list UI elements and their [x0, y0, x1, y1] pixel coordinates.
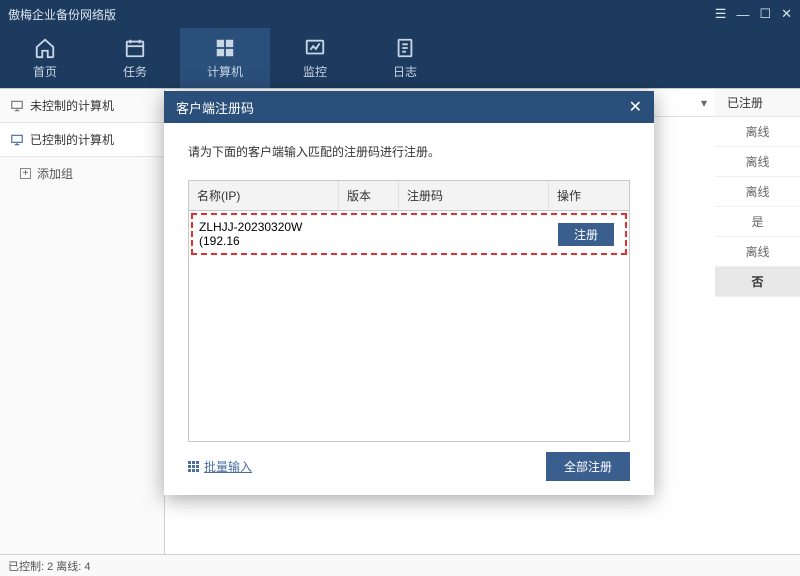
calendar-icon [124, 37, 146, 59]
nav-tasks[interactable]: 任务 [90, 28, 180, 88]
main-toolbar: 首页 任务 计算机 监控 日志 [0, 28, 800, 88]
grid-icon [188, 461, 200, 473]
cell: 离线 [745, 123, 769, 140]
window-controls: ☰ — ☐ ✕ [715, 6, 792, 22]
dropdown-icon[interactable]: ▾ [701, 96, 707, 110]
list-item[interactable]: 离线 [715, 237, 800, 267]
nav-computers[interactable]: 计算机 [180, 28, 270, 88]
sidebar-controlled[interactable]: 已控制的计算机 [0, 123, 164, 157]
windows-icon [214, 37, 236, 59]
close-icon[interactable]: ✕ [629, 97, 642, 117]
status-text: 已控制: 2 离线: 4 [8, 558, 91, 574]
list-item[interactable]: 离线 [715, 147, 800, 177]
right-header: 已注册 [715, 89, 800, 117]
cell: 离线 [745, 183, 769, 200]
nav-monitor[interactable]: 监控 [270, 28, 360, 88]
list-item[interactable]: 否 [715, 267, 800, 297]
col-action: 操作 [549, 181, 629, 210]
modal-title: 客户端注册码 [176, 98, 254, 117]
batch-input-link[interactable]: 批量输入 [188, 458, 252, 475]
pc-icon [10, 133, 24, 147]
cell-action: 注册 [547, 215, 625, 253]
sidebar-add-group[interactable]: + 添加组 [0, 157, 164, 190]
list-item[interactable]: 离线 [715, 117, 800, 147]
modal-footer: 批量输入 全部注册 [188, 442, 630, 481]
titlebar: 傲梅企业备份网络版 ☰ — ☐ ✕ [0, 0, 800, 28]
plus-icon: + [20, 168, 31, 179]
sidebar-uncontrolled-label: 未控制的计算机 [30, 97, 114, 114]
cell-name: ZLHJJ-20230320W (192.16 [193, 215, 341, 253]
cell: 离线 [745, 243, 769, 260]
nav-computers-label: 计算机 [207, 63, 243, 80]
nav-home-label: 首页 [33, 63, 57, 80]
col-name: 名称(IP) [189, 181, 339, 210]
table-body: ZLHJJ-20230320W (192.16 注册 [189, 211, 629, 441]
list-item[interactable]: 是 [715, 207, 800, 237]
maximize-icon[interactable]: ☐ [759, 6, 771, 22]
modal-table: 名称(IP) 版本 注册码 操作 ZLHJJ-20230320W (192.16… [188, 180, 630, 442]
sidebar-controlled-label: 已控制的计算机 [30, 131, 114, 148]
nav-logs-label: 日志 [393, 63, 417, 80]
app-title: 傲梅企业备份网络版 [8, 6, 116, 23]
nav-home[interactable]: 首页 [0, 28, 90, 88]
close-icon[interactable]: ✕ [781, 6, 792, 22]
minimize-icon[interactable]: — [736, 7, 749, 22]
modal-body: 请为下面的客户端输入匹配的注册码进行注册。 名称(IP) 版本 注册码 操作 Z… [164, 123, 654, 495]
log-icon [394, 37, 416, 59]
statusbar: 已控制: 2 离线: 4 [0, 554, 800, 576]
table-row: ZLHJJ-20230320W (192.16 注册 [191, 213, 627, 255]
sidebar: 未控制的计算机 已控制的计算机 + 添加组 [0, 89, 165, 554]
cell: 是 [751, 213, 763, 230]
right-column: 已注册 离线 离线 离线 是 离线 否 [715, 89, 800, 554]
col-regcode: 注册码 [399, 181, 549, 210]
right-header-label: 已注册 [727, 94, 763, 111]
cell-version [341, 215, 399, 253]
list-item[interactable]: 离线 [715, 177, 800, 207]
nav-logs[interactable]: 日志 [360, 28, 450, 88]
cell: 否 [751, 273, 763, 290]
modal-description: 请为下面的客户端输入匹配的注册码进行注册。 [188, 143, 630, 160]
list-icon[interactable]: ☰ [715, 6, 727, 22]
batch-input-label: 批量输入 [204, 458, 252, 475]
sidebar-add-group-label: 添加组 [37, 165, 73, 182]
pc-icon [10, 99, 24, 113]
home-icon [34, 37, 56, 59]
monitor-icon [304, 37, 326, 59]
nav-monitor-label: 监控 [303, 63, 327, 80]
register-modal: 客户端注册码 ✕ 请为下面的客户端输入匹配的注册码进行注册。 名称(IP) 版本… [164, 91, 654, 495]
right-list: 离线 离线 离线 是 离线 否 [715, 117, 800, 297]
nav-tasks-label: 任务 [123, 63, 147, 80]
col-version: 版本 [339, 181, 399, 210]
register-all-button[interactable]: 全部注册 [546, 452, 630, 481]
register-button[interactable]: 注册 [558, 223, 614, 246]
cell: 离线 [745, 153, 769, 170]
table-head: 名称(IP) 版本 注册码 操作 [189, 181, 629, 211]
modal-header: 客户端注册码 ✕ [164, 91, 654, 123]
sidebar-uncontrolled[interactable]: 未控制的计算机 [0, 89, 164, 123]
cell-regcode[interactable] [399, 215, 547, 253]
